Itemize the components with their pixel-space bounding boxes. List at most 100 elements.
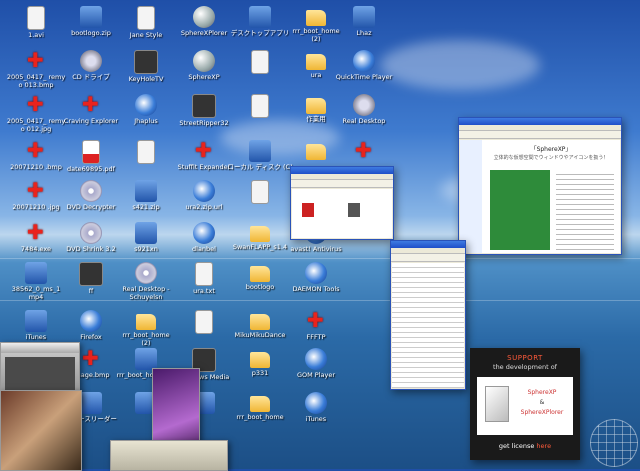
folder-icon[interactable] [250,266,270,282]
file-icon[interactable] [302,203,314,217]
red-star-icon[interactable] [25,48,47,72]
globe-wireframe-icon [590,419,638,467]
explorer-toolbar[interactable] [291,180,393,188]
file-icon[interactable] [137,140,155,164]
app-icon[interactable] [135,94,157,116]
explorer-content[interactable] [292,189,392,238]
desktop-icon[interactable]: DAEMON Tools [280,262,352,294]
file-icon[interactable] [251,180,269,204]
zip-icon[interactable] [135,180,157,202]
file-icon[interactable] [251,94,269,118]
folder-icon[interactable] [306,54,326,70]
app-icon[interactable] [25,262,47,284]
desktop-icon[interactable]: GOM Player [280,348,352,380]
folder-icon[interactable] [306,10,326,26]
cloud [380,40,540,90]
zip-icon[interactable] [80,6,102,28]
page-heading: 「SphereXP」 [530,146,572,153]
app-icon[interactable] [193,138,215,162]
red-star-icon[interactable] [25,138,47,162]
sphere-icon[interactable] [193,6,215,28]
desktop-icon-label: ローカル ディスク (C) [227,163,293,171]
browser-titlebar[interactable] [459,118,621,125]
desktop-icon-label: date69895.pdf [67,165,115,173]
folder-icon[interactable] [250,314,270,330]
desktop-icon-label: Real Desktop [342,117,386,125]
disk-icon[interactable] [249,140,271,162]
desktop-icon[interactable]: Lhaz [328,6,400,38]
app-icon[interactable] [135,348,157,370]
dvd-icon[interactable] [80,180,102,202]
editor-window[interactable] [390,240,466,390]
folder-icon[interactable] [136,314,156,330]
file-icon[interactable] [27,6,45,30]
app-icon[interactable] [353,94,375,116]
quicktime-icon[interactable] [353,50,375,72]
red-star-icon[interactable] [25,220,47,244]
sea-line [0,300,640,301]
red-star-icon[interactable] [25,178,47,202]
desktop-icon[interactable]: FFFTP [280,308,352,342]
product-and: & [539,399,545,406]
explorer-titlebar[interactable] [291,167,393,174]
browser-window[interactable]: 「SphereXP」 立体的な仮想空間でウィンドウやアイコンを扱う！ [458,117,622,255]
screenshot-image [490,170,550,250]
browser-sidebar[interactable] [460,140,482,253]
app-icon[interactable] [353,138,375,162]
red-star-icon[interactable] [80,346,102,370]
thumbnail-titlebar[interactable] [1,343,79,353]
pdf-icon[interactable] [82,140,100,164]
firefox-icon[interactable] [193,222,215,244]
desktop-icon[interactable]: Real Desktop [328,94,400,126]
tv-icon[interactable] [134,50,158,74]
app-icon[interactable] [135,262,157,284]
desktop-icon-label: StreetRipper32 [179,119,229,127]
license-link[interactable]: here [536,442,551,450]
folder-icon[interactable] [250,396,270,412]
desktop-icon[interactable] [328,138,400,164]
dvd-icon[interactable] [80,222,102,244]
sphere-icon[interactable] [193,50,215,72]
firefox-icon[interactable] [80,310,102,332]
browser-toolbar[interactable] [459,131,621,139]
editor-toolbar[interactable] [391,254,465,262]
red-star-icon[interactable] [25,92,47,116]
folder-icon[interactable] [306,144,326,160]
app-icon[interactable] [353,6,375,28]
taskbar-window-thumbnail[interactable] [110,440,228,471]
photo-thumbnail[interactable] [0,390,82,471]
app-icon[interactable] [249,6,271,28]
editor-text-area[interactable] [392,263,464,388]
folder-icon[interactable] [250,226,270,242]
product-name-2: SphereXPlorer [520,409,564,416]
app-icon[interactable] [305,348,327,370]
file-icon[interactable] [348,203,360,217]
file-icon[interactable] [195,262,213,286]
folder-icon[interactable] [250,352,270,368]
folder-icon[interactable] [306,98,326,114]
desktop-icon[interactable] [224,180,296,206]
app-icon[interactable] [79,262,103,286]
firefox-icon[interactable] [193,180,215,202]
app-icon[interactable] [305,262,327,284]
desktop-icon-label: QuickTime Player [335,73,393,81]
file-icon[interactable] [251,50,269,74]
app-icon[interactable] [305,392,327,414]
desktop-icon[interactable]: QuickTime Player [328,50,400,82]
app-icon[interactable] [135,222,157,244]
app-icon[interactable] [25,310,47,332]
desktop-icon[interactable]: iTunes [280,392,352,424]
file-icon[interactable] [195,310,213,334]
app-icon[interactable] [305,308,327,332]
support-banner[interactable]: SUPPORT the development of SphereXP & Sp… [470,348,580,460]
app-icon[interactable] [137,6,155,30]
editor-titlebar[interactable] [391,241,465,248]
cd-icon[interactable] [80,50,102,72]
desktop-icon-label: avast! Antivirus [290,245,342,253]
article-text [556,170,614,250]
explorer-window[interactable] [290,166,394,240]
product-name-1: SphereXP [527,389,557,396]
app-icon[interactable] [80,92,102,116]
app-icon[interactable] [192,94,216,118]
app-icon[interactable] [80,392,102,414]
